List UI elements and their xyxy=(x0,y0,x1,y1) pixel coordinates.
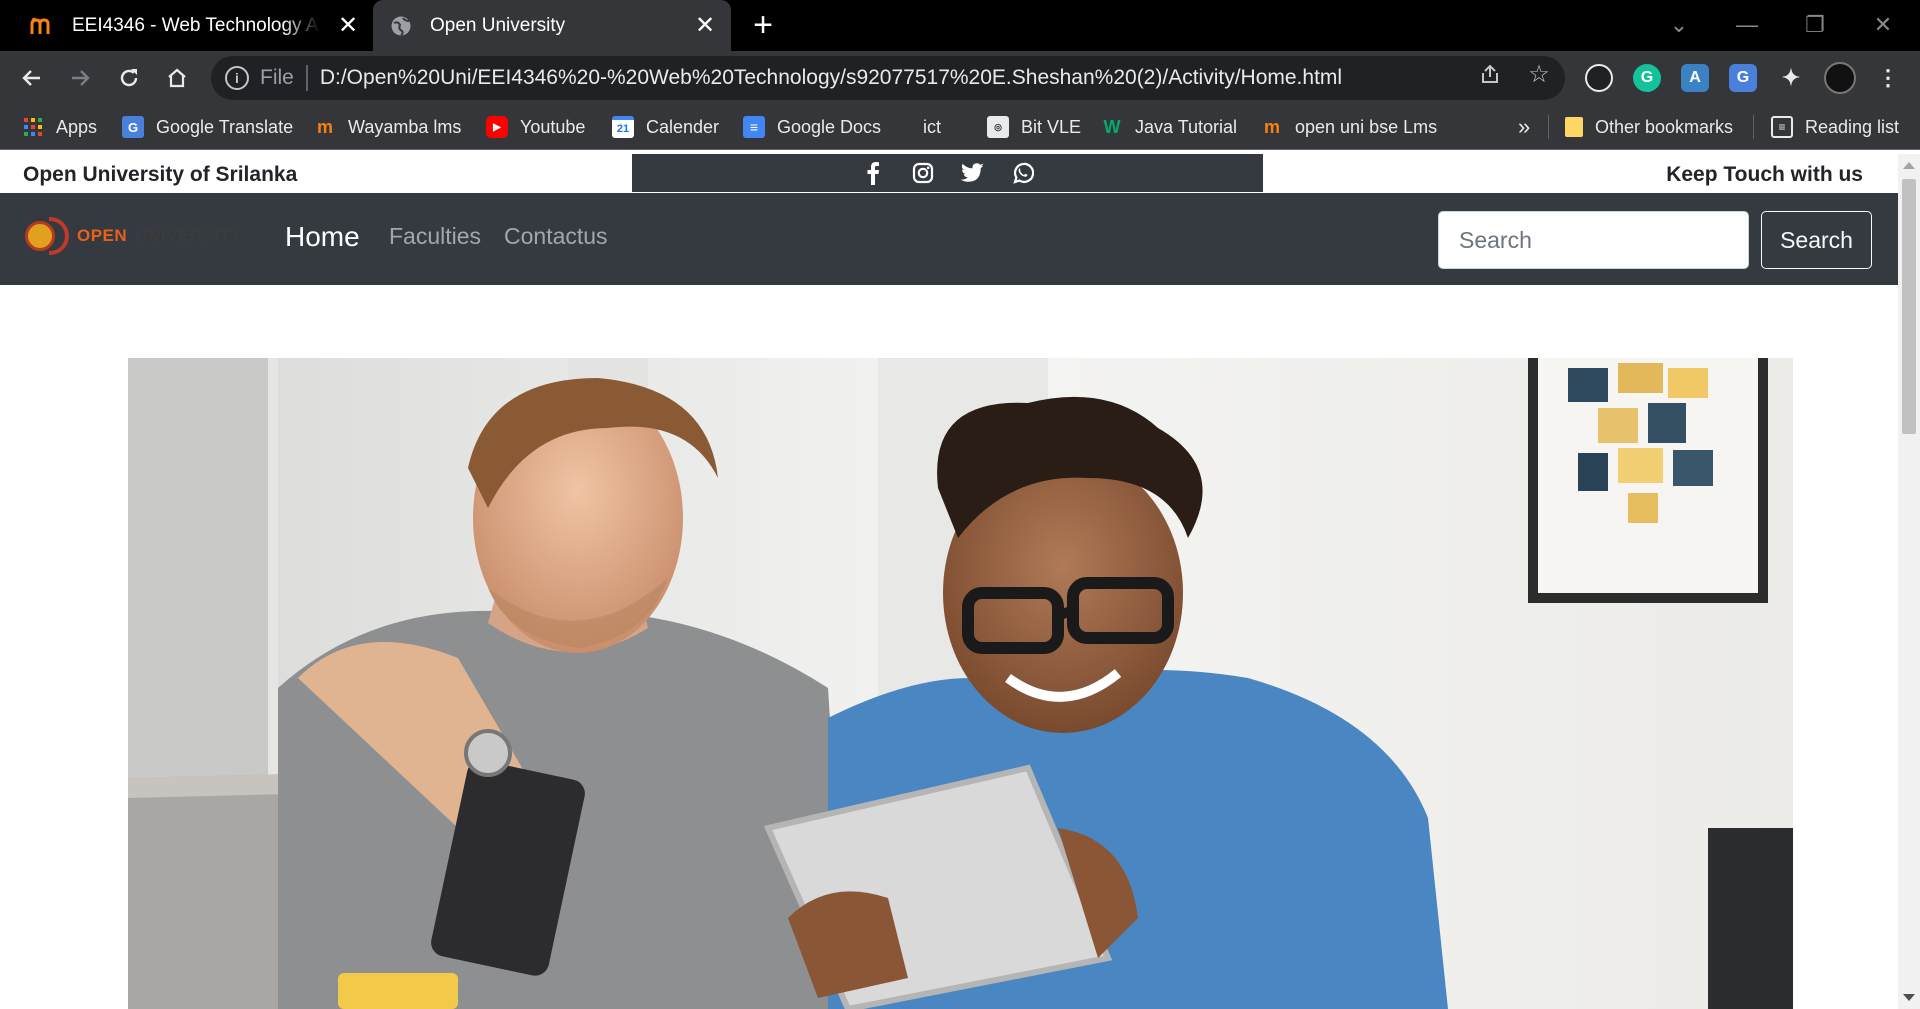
blank-icon xyxy=(908,116,918,138)
bookmarks-divider xyxy=(1753,115,1754,139)
bookmark-star-icon[interactable]: ☆ xyxy=(1526,61,1552,88)
bookmark-label: Calender xyxy=(646,116,720,137)
profile-avatar-icon[interactable] xyxy=(1824,62,1856,94)
open-university-logo[interactable]: OPEN UNIVERSITY xyxy=(25,217,242,255)
bit-vle-icon: ◎ xyxy=(987,116,1009,138)
new-tab-button[interactable]: + xyxy=(748,8,778,42)
page-viewport: Open University of Srilanka Keep Touch w… xyxy=(0,154,1920,1009)
page-top-bar: Open University of Srilanka Keep Touch w… xyxy=(0,154,1898,193)
moodle-icon: m xyxy=(1263,116,1280,137)
bookmark-label: Youtube xyxy=(520,116,586,137)
bookmark-label: Wayamba lms xyxy=(348,116,462,137)
apps-grid-icon xyxy=(22,116,44,138)
bookmark-youtube[interactable]: ▶ Youtube xyxy=(486,113,585,141)
bookmark-label: Google Translate xyxy=(156,116,294,137)
other-bookmarks[interactable]: Other bookmarks xyxy=(1565,113,1733,141)
social-links xyxy=(632,154,1263,192)
site-brand-title: Open University of Srilanka xyxy=(23,163,298,186)
bookmark-label: Java Tutorial xyxy=(1135,116,1238,137)
google-docs-icon: ≡ xyxy=(743,116,765,138)
twitter-icon[interactable] xyxy=(959,159,987,187)
bookmark-label: Reading list xyxy=(1805,116,1900,137)
reload-icon[interactable] xyxy=(113,62,145,94)
bookmark-apps[interactable]: Apps xyxy=(22,113,97,141)
reading-list-icon: ≡ xyxy=(1771,116,1793,138)
scroll-down-arrow-icon[interactable] xyxy=(1903,994,1915,1001)
menu-kebab-icon[interactable]: ⋮ xyxy=(1874,64,1902,92)
bookmark-google-docs[interactable]: ≡ Google Docs xyxy=(743,113,881,141)
extensions-puzzle-icon[interactable]: ✦ xyxy=(1777,64,1805,92)
logo-arc xyxy=(49,217,69,255)
close-tab-icon[interactable]: ✕ xyxy=(336,12,360,39)
browser-tab-strip: EEI4346 - Web Technology Activity ✕ Open… xyxy=(0,0,1920,51)
address-bar[interactable]: i File D:/Open%20Uni/EEI4346%20-%20Web%2… xyxy=(211,56,1565,100)
w3-icon: W xyxy=(1103,116,1121,137)
globe-icon xyxy=(388,13,414,39)
share-icon[interactable] xyxy=(1477,61,1503,87)
bookmark-ict[interactable]: ict xyxy=(908,113,941,141)
tab-title: EEI4346 - Web Technology Activity xyxy=(72,14,320,36)
tab-eei4346[interactable]: EEI4346 - Web Technology Activity ✕ xyxy=(0,0,370,51)
more-bookmarks-chevron-icon[interactable]: » xyxy=(1518,113,1530,141)
close-tab-icon[interactable]: ✕ xyxy=(693,12,717,39)
nav-link-contactus[interactable]: Contactus xyxy=(504,223,608,250)
back-icon[interactable] xyxy=(16,62,48,94)
search-input[interactable] xyxy=(1438,211,1749,269)
window-close-icon[interactable]: ✕ xyxy=(1866,8,1900,42)
tab-title: Open University xyxy=(430,14,566,36)
forward-icon[interactable] xyxy=(64,62,96,94)
grammarly-icon[interactable]: G xyxy=(1633,64,1661,92)
youtube-icon: ▶ xyxy=(486,116,508,138)
bookmark-open-uni-bse-lms[interactable]: m open uni bse Lms xyxy=(1261,113,1437,141)
nav-link-faculties[interactable]: Faculties xyxy=(389,223,481,250)
facebook-icon[interactable] xyxy=(859,159,887,187)
bookmarks-divider xyxy=(1548,115,1549,139)
bookmarks-bar: Apps G Google Translate m Wayamba lms ▶ … xyxy=(0,104,1920,150)
main-navbar: OPEN UNIVERSITY Home Faculties Contactus… xyxy=(0,193,1898,285)
scrollbar-thumb[interactable] xyxy=(1902,179,1916,434)
page-scrollbar[interactable] xyxy=(1898,154,1920,1009)
bookmark-google-translate[interactable]: G Google Translate xyxy=(122,113,293,141)
bookmark-label: ict xyxy=(923,116,941,137)
bookmark-label: Other bookmarks xyxy=(1595,116,1734,137)
google-translate-extension-icon[interactable]: G xyxy=(1729,64,1757,92)
folder-icon xyxy=(1565,117,1583,137)
calendar-icon: 21 xyxy=(612,116,634,138)
bookmark-label: open uni bse Lms xyxy=(1295,116,1438,137)
bookmark-label: Bit VLE xyxy=(1021,116,1082,137)
nav-link-home[interactable]: Home xyxy=(285,221,360,253)
bookmark-label: Apps xyxy=(56,116,98,137)
reading-list[interactable]: ≡ Reading list xyxy=(1771,113,1899,141)
site-info-icon[interactable]: i xyxy=(225,66,249,90)
file-scheme-label: File xyxy=(260,66,294,89)
whatsapp-icon[interactable] xyxy=(1009,159,1037,187)
bookmark-wayamba-lms[interactable]: m Wayamba lms xyxy=(314,113,461,141)
instagram-icon[interactable] xyxy=(909,159,937,187)
translator-extension-icon[interactable]: A xyxy=(1681,64,1709,92)
bookmark-calendar[interactable]: 21 Calender xyxy=(612,113,719,141)
extension-icon[interactable] xyxy=(1585,64,1613,92)
logo-word-university: UNIVERSITY xyxy=(135,226,243,245)
keep-touch-heading: Keep Touch with us xyxy=(1666,163,1863,186)
home-icon[interactable] xyxy=(161,62,193,94)
bookmark-label: Google Docs xyxy=(777,116,882,137)
minimize-icon[interactable]: — xyxy=(1730,8,1764,42)
tab-search-icon[interactable]: ⌄ xyxy=(1662,8,1696,42)
moodle-icon xyxy=(30,13,56,39)
scroll-up-arrow-icon[interactable] xyxy=(1903,162,1915,169)
tab-open-university[interactable]: Open University ✕ xyxy=(373,0,731,51)
url-text[interactable]: D:/Open%20Uni/EEI4346%20-%20Web%20Techno… xyxy=(320,66,1342,90)
bookmark-bit-vle[interactable]: ◎ Bit VLE xyxy=(987,113,1081,141)
browser-toolbar: i File D:/Open%20Uni/EEI4346%20-%20Web%2… xyxy=(0,51,1920,104)
moodle-icon: m xyxy=(316,116,333,137)
hero-image xyxy=(128,358,1793,1009)
logo-word-open: OPEN xyxy=(77,226,128,245)
bookmark-java-tutorial[interactable]: W Java Tutorial xyxy=(1101,113,1238,141)
restore-icon[interactable]: ❐ xyxy=(1798,8,1832,42)
search-button[interactable]: Search xyxy=(1761,211,1872,269)
omnibox-divider xyxy=(305,65,308,91)
google-translate-icon: G xyxy=(122,116,144,138)
